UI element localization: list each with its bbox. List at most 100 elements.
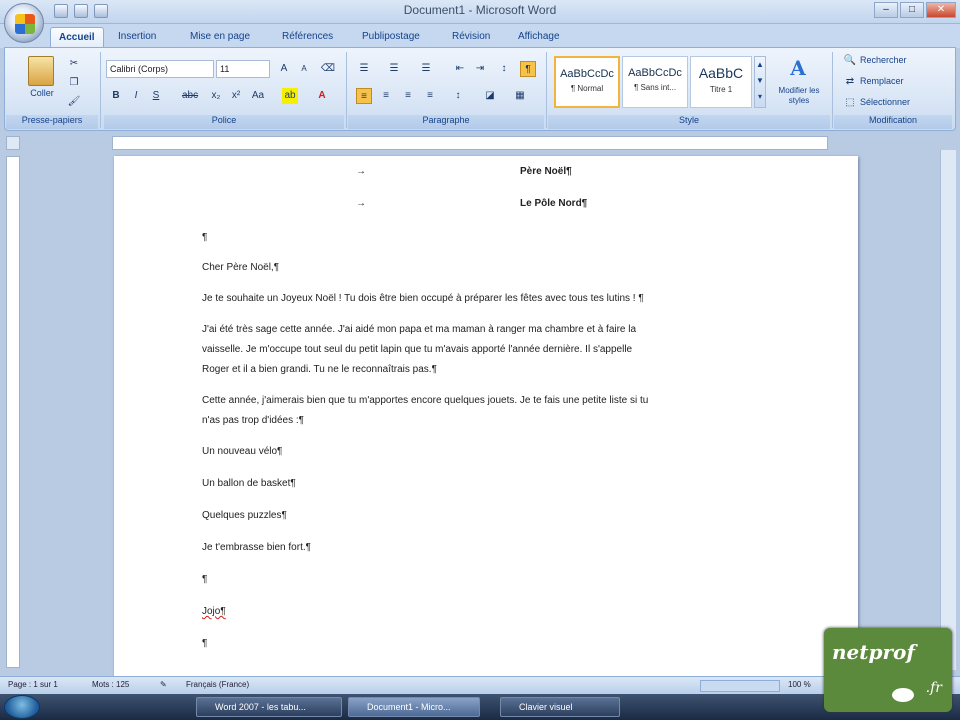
redo-icon[interactable] bbox=[94, 4, 108, 18]
style-no-spacing[interactable]: AaBbCcDc ¶ Sans int... bbox=[622, 56, 688, 108]
highlight-icon[interactable]: ab bbox=[282, 88, 298, 104]
text-line[interactable]: ¶ bbox=[202, 638, 207, 649]
font-color-icon[interactable]: A bbox=[314, 88, 330, 104]
shrink-font-icon[interactable]: A bbox=[296, 61, 312, 77]
decrease-indent-icon[interactable]: ⇤ bbox=[452, 61, 468, 77]
text-line[interactable]: Jojo¶ bbox=[202, 606, 226, 617]
group-label-font: Police bbox=[104, 115, 344, 129]
align-right-icon[interactable]: ≡ bbox=[400, 88, 416, 104]
taskbar-item[interactable]: Word 2007 - les tabu... bbox=[196, 697, 342, 717]
netprof-logo: netprof .fr bbox=[824, 628, 952, 712]
text-line[interactable]: vaisselle. Je m'occupe tout seul du peti… bbox=[202, 344, 632, 355]
style-name: ¶ Sans int... bbox=[633, 83, 677, 92]
font-name-select[interactable]: Calibri (Corps) bbox=[106, 60, 214, 78]
strikethrough-icon[interactable]: abc bbox=[182, 88, 198, 104]
find-button[interactable]: Rechercher bbox=[860, 55, 907, 65]
view-buttons[interactable] bbox=[700, 680, 780, 692]
text-line[interactable]: n'as pas trop d'idées :¶ bbox=[202, 415, 304, 426]
styles-scroll-icon[interactable]: ▲ ▼ ▾ bbox=[754, 56, 766, 108]
bullets-icon[interactable]: ☰ bbox=[356, 61, 372, 77]
maximize-button[interactable]: □ bbox=[900, 2, 924, 18]
tab-mise-en-page[interactable]: Mise en page bbox=[182, 27, 258, 47]
tab-insertion[interactable]: Insertion bbox=[110, 27, 164, 47]
justify-icon[interactable]: ≡ bbox=[422, 88, 438, 104]
select-button[interactable]: Sélectionner bbox=[860, 97, 910, 107]
grow-font-icon[interactable]: A bbox=[276, 61, 292, 77]
replace-button[interactable]: Remplacer bbox=[860, 76, 904, 86]
change-styles-button[interactable]: Modifier les styles bbox=[772, 86, 826, 106]
change-case-icon[interactable]: Aa bbox=[250, 88, 266, 104]
document-page[interactable]: → → Père Noël¶ Le Pôle Nord¶ ¶ Cher Père… bbox=[114, 156, 858, 676]
text-line[interactable]: Le Pôle Nord¶ bbox=[520, 198, 587, 209]
cut-icon[interactable]: ✂ bbox=[66, 56, 82, 72]
superscript-icon[interactable]: x² bbox=[228, 88, 244, 104]
text-line[interactable]: Père Noël¶ bbox=[520, 166, 572, 177]
text-line[interactable]: Je t'embrasse bien fort.¶ bbox=[202, 542, 311, 553]
page-count[interactable]: Page : 1 sur 1 bbox=[8, 680, 58, 689]
text-line[interactable]: Quelques puzzles¶ bbox=[202, 510, 287, 521]
text-line[interactable]: ¶ bbox=[202, 574, 207, 585]
text-line[interactable]: ¶ bbox=[202, 232, 207, 243]
group-separator bbox=[832, 52, 833, 128]
tab-references[interactable]: Références bbox=[274, 27, 341, 47]
line-spacing-icon[interactable]: ↕ bbox=[450, 88, 466, 104]
save-icon[interactable] bbox=[54, 4, 68, 18]
text-line[interactable]: Cette année, j'aimerais bien que tu m'ap… bbox=[202, 395, 648, 406]
sort-icon[interactable]: ↕ bbox=[496, 61, 512, 77]
clear-format-icon[interactable]: ⌫ bbox=[320, 61, 336, 77]
group-separator bbox=[100, 52, 101, 128]
paste-button-label[interactable]: Coller bbox=[22, 88, 62, 98]
bold-icon[interactable]: B bbox=[108, 88, 124, 104]
underline-icon[interactable]: S bbox=[148, 88, 164, 104]
taskbar-item[interactable]: Clavier visuel bbox=[500, 697, 620, 717]
text-line[interactable]: J'ai été très sage cette année. J'ai aid… bbox=[202, 324, 636, 335]
text-line[interactable]: Cher Père Noël,¶ bbox=[202, 262, 279, 273]
italic-icon[interactable]: I bbox=[128, 88, 144, 104]
word-count[interactable]: Mots : 125 bbox=[92, 680, 129, 689]
undo-icon[interactable] bbox=[74, 4, 88, 18]
copy-icon[interactable]: ❐ bbox=[66, 75, 82, 91]
change-styles-icon[interactable]: A bbox=[784, 56, 812, 82]
tab-arrow: → bbox=[356, 166, 366, 177]
tab-publipostage[interactable]: Publipostage bbox=[354, 27, 428, 47]
paste-icon[interactable] bbox=[28, 56, 54, 86]
tab-accueil[interactable]: Accueil bbox=[50, 27, 104, 47]
shading-icon[interactable]: ◪ bbox=[482, 88, 498, 104]
align-center-icon[interactable]: ≡ bbox=[378, 88, 394, 104]
office-button[interactable] bbox=[4, 3, 44, 43]
vertical-ruler[interactable] bbox=[6, 156, 20, 668]
borders-icon[interactable]: ▦ bbox=[512, 88, 528, 104]
text-line[interactable]: Un ballon de basket¶ bbox=[202, 478, 296, 489]
show-formatting-marks-icon[interactable]: ¶ bbox=[520, 61, 536, 77]
font-size-select[interactable]: 11 bbox=[216, 60, 270, 78]
taskbar-item[interactable]: Document1 - Micro... bbox=[348, 697, 480, 717]
close-button[interactable]: ✕ bbox=[926, 2, 956, 18]
style-name: Titre 1 bbox=[709, 85, 733, 94]
style-heading-1[interactable]: AaBbC Titre 1 bbox=[690, 56, 752, 108]
increase-indent-icon[interactable]: ⇥ bbox=[472, 61, 488, 77]
language[interactable]: Français (France) bbox=[186, 680, 249, 689]
text-line[interactable]: Un nouveau vélo¶ bbox=[202, 446, 282, 457]
group-label-styles: Style bbox=[548, 115, 830, 129]
vertical-scrollbar[interactable] bbox=[940, 150, 956, 670]
subscript-icon[interactable]: x₂ bbox=[208, 88, 224, 104]
format-painter-icon[interactable]: 🖌 bbox=[66, 94, 82, 110]
minimize-button[interactable]: – bbox=[874, 2, 898, 18]
align-left-icon[interactable]: ≡ bbox=[356, 88, 372, 104]
group-label-paragraph: Paragraphe bbox=[348, 115, 544, 129]
multilevel-list-icon[interactable]: ☰ bbox=[418, 61, 434, 77]
text-line[interactable]: Je te souhaite un Joyeux Noël ! Tu dois … bbox=[202, 293, 644, 304]
style-name: ¶ Normal bbox=[570, 84, 604, 93]
start-button[interactable] bbox=[4, 695, 40, 719]
numbering-icon[interactable]: ☰ bbox=[386, 61, 402, 77]
tab-revision[interactable]: Révision bbox=[444, 27, 498, 47]
text-line[interactable]: Roger et il a bien grandi. Tu ne le reco… bbox=[202, 364, 437, 375]
proofing-icon[interactable]: ✎ bbox=[160, 680, 167, 689]
zoom-level[interactable]: 100 % bbox=[788, 680, 811, 689]
replace-icon: ⇄ bbox=[845, 76, 855, 87]
horizontal-ruler[interactable] bbox=[112, 136, 828, 150]
ruler-tab-selector[interactable] bbox=[6, 136, 20, 150]
style-normal[interactable]: AaBbCcDc ¶ Normal bbox=[554, 56, 620, 108]
status-bar: Page : 1 sur 1 Mots : 125 ✎ Français (Fr… bbox=[0, 676, 960, 694]
tab-affichage[interactable]: Affichage bbox=[510, 27, 568, 47]
